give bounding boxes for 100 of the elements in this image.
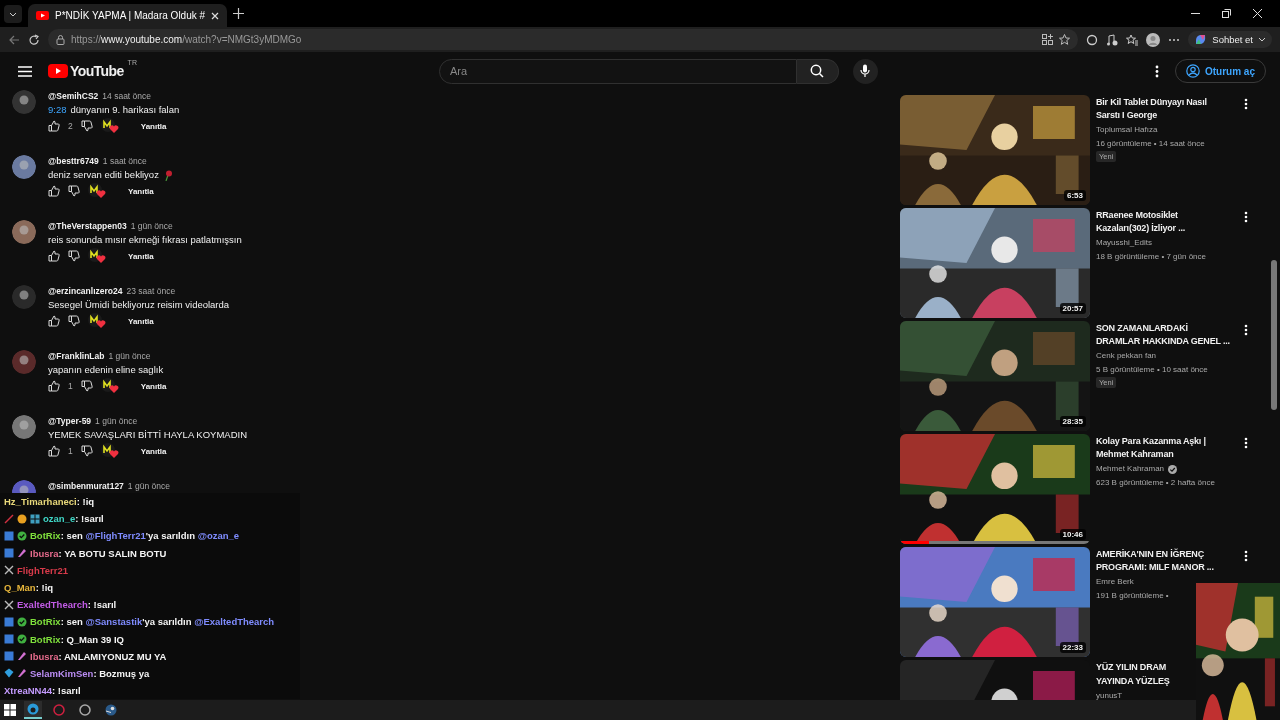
more-icon[interactable] bbox=[1244, 98, 1248, 110]
thumbs-up-icon[interactable] bbox=[48, 120, 60, 132]
channel-name[interactable]: Mayusshi_Edits bbox=[1096, 236, 1153, 250]
reply-button[interactable]: Yanıtla bbox=[140, 446, 167, 456]
comment-author[interactable]: @simbenmurat127 bbox=[48, 480, 124, 492]
thumbs-down-icon[interactable] bbox=[80, 445, 93, 457]
new-tab-icon[interactable] bbox=[233, 8, 245, 19]
thumbs-down-icon[interactable] bbox=[68, 250, 80, 262]
more-icon[interactable] bbox=[1168, 37, 1181, 42]
reply-button[interactable]: Yanıtla bbox=[140, 121, 167, 131]
youtube-logo[interactable]: YouTube bbox=[70, 63, 124, 79]
browser-taskbar-button[interactable] bbox=[24, 701, 42, 719]
square-badge-icon bbox=[4, 616, 14, 627]
video-title-line[interactable]: YAYINDA YÜZLEŞ bbox=[1096, 675, 1170, 688]
video-title[interactable]: SON ZAMANLARDAKİ DRAMLAR HAKKINDA GENEL ... bbox=[1096, 322, 1230, 348]
thumbs-up-icon[interactable] bbox=[48, 315, 60, 327]
search-field[interactable]: Ara bbox=[438, 58, 797, 84]
more-icon[interactable] bbox=[1244, 437, 1248, 449]
app-taskbar-button[interactable] bbox=[50, 701, 68, 719]
comment-time[interactable]: 1 gün önce bbox=[95, 415, 138, 427]
avatar-icon[interactable] bbox=[12, 415, 36, 439]
check-badge-icon bbox=[17, 530, 27, 541]
restore-icon[interactable] bbox=[1222, 9, 1231, 18]
chat-button[interactable]: Sohbet et bbox=[1188, 31, 1272, 48]
timestamp-link[interactable]: 9:28 bbox=[48, 102, 67, 118]
video-title[interactable]: RRaenee Motosiklet Kazaları(302) İzliyor ... bbox=[1096, 209, 1230, 235]
menu-icon[interactable] bbox=[18, 65, 32, 77]
avatar-icon[interactable] bbox=[12, 220, 36, 244]
comment-author[interactable]: @SemihCS2 bbox=[48, 90, 99, 102]
video-title[interactable]: Bir Kil Tablet Dünyayı Nasıl Sarstı I George bbox=[1096, 96, 1230, 122]
reply-button[interactable]: Yanıtla bbox=[128, 316, 154, 326]
comment-time[interactable]: 1 gün önce bbox=[127, 480, 170, 492]
reply-button[interactable]: Yanıtla bbox=[128, 251, 154, 261]
pencil-icon bbox=[17, 548, 27, 559]
comment-author[interactable]: @erzincanlızero24 bbox=[48, 285, 123, 297]
comment-text: Sesegel Ümidi bekliyoruz reisim videolarda bbox=[48, 298, 230, 312]
voice-search-button[interactable] bbox=[852, 58, 878, 84]
browser-tab[interactable]: P*NDİK YAPMA | Madara Olduk # bbox=[28, 4, 228, 27]
reply-button[interactable]: Yanıtla bbox=[128, 186, 154, 196]
thumbs-up-icon[interactable] bbox=[48, 380, 60, 392]
profile-icon[interactable] bbox=[1146, 32, 1161, 47]
close-icon[interactable] bbox=[211, 11, 220, 20]
reply-button[interactable]: Yanıtla bbox=[140, 381, 167, 391]
thumbs-up-icon[interactable] bbox=[48, 445, 60, 457]
comment-author[interactable]: @FranklinLab bbox=[48, 350, 105, 362]
channel-name[interactable]: Cenk pekkan fan bbox=[1096, 349, 1157, 363]
comment-author[interactable]: @besttr6749 bbox=[48, 155, 99, 167]
apps-icon[interactable] bbox=[1042, 34, 1054, 45]
favorites-icon[interactable] bbox=[1126, 33, 1139, 46]
more-icon[interactable] bbox=[1244, 550, 1248, 562]
thumbs-down-icon[interactable] bbox=[80, 380, 93, 392]
channel-name[interactable]: yunusT bbox=[1096, 689, 1123, 700]
thumbs-up-icon[interactable] bbox=[48, 250, 60, 262]
channel-name[interactable]: Toplumsal Hafıza bbox=[1096, 123, 1158, 137]
app-taskbar-button[interactable] bbox=[76, 701, 94, 719]
search-button[interactable] bbox=[796, 58, 839, 84]
video-title[interactable]: Kolay Para Kazanma Aşkı | Mehmet Kahraman bbox=[1096, 435, 1230, 461]
more-icon[interactable] bbox=[1244, 211, 1248, 223]
square-badge-icon bbox=[4, 651, 14, 662]
caret-icon bbox=[1258, 36, 1266, 43]
thumbs-up-icon[interactable] bbox=[48, 185, 60, 197]
gem-icon bbox=[4, 668, 14, 679]
video-stats: 623 B görüntüleme • 2 hafta önce bbox=[1096, 477, 1215, 489]
comment-time[interactable]: 1 saat önce bbox=[102, 155, 147, 167]
comment-author[interactable]: @Typer-59 bbox=[48, 415, 92, 427]
cross-icon bbox=[4, 565, 14, 576]
music-icon[interactable] bbox=[1106, 33, 1119, 46]
comment-time[interactable]: 23 saat önce bbox=[126, 285, 176, 297]
chat-message: BotRix: Q_Man 39 IQ bbox=[30, 633, 124, 645]
close-icon[interactable] bbox=[1253, 9, 1262, 18]
chat-message: XtreaNN44: !sarıl bbox=[4, 685, 81, 697]
play-logo-icon bbox=[48, 64, 68, 78]
thumbs-down-icon[interactable] bbox=[68, 315, 80, 327]
more-icon[interactable] bbox=[1155, 64, 1159, 78]
start-icon[interactable] bbox=[4, 704, 16, 716]
more-icon[interactable] bbox=[1244, 324, 1248, 336]
address-field[interactable]: https://www.youtube.com/watch?v=NMGt3yMDMGo bbox=[48, 29, 1079, 50]
back-icon[interactable] bbox=[8, 33, 20, 46]
like-count: 2 bbox=[68, 121, 73, 131]
thumbs-down-icon[interactable] bbox=[80, 120, 93, 132]
chat-message: Hz_Timarhaneci: !iq bbox=[4, 496, 95, 508]
channel-name[interactable]: Emre Berk bbox=[1096, 575, 1134, 589]
video-title-line[interactable]: YÜZ YILIN DRAM bbox=[1096, 661, 1167, 674]
reload-icon[interactable] bbox=[28, 33, 40, 46]
thumbs-down-icon[interactable] bbox=[68, 185, 80, 197]
comment-text: yapanın edenin eline saglık bbox=[48, 363, 164, 377]
circle-icon bbox=[79, 704, 91, 716]
comment-author[interactable]: @TheVerstappen03 bbox=[48, 220, 127, 232]
extension-icon[interactable] bbox=[1086, 33, 1099, 46]
scrollbar-thumb[interactable] bbox=[1271, 260, 1277, 410]
coin-icon bbox=[17, 513, 27, 524]
avatar-icon[interactable] bbox=[12, 155, 36, 179]
star-icon[interactable] bbox=[1059, 34, 1071, 45]
comment-time[interactable]: 1 gün önce bbox=[108, 350, 151, 362]
pencil-icon bbox=[17, 668, 27, 679]
comment-time[interactable]: 1 gün önce bbox=[130, 220, 173, 232]
square-badge-icon bbox=[4, 634, 14, 645]
comment-time[interactable]: 14 saat önce bbox=[102, 90, 152, 102]
video-title[interactable]: AMERİKA'NIN EN İĞRENÇ PROGRAMI: MILF MANOR ... bbox=[1096, 548, 1230, 574]
channel-name[interactable]: Mehmet Kahraman bbox=[1096, 462, 1165, 476]
